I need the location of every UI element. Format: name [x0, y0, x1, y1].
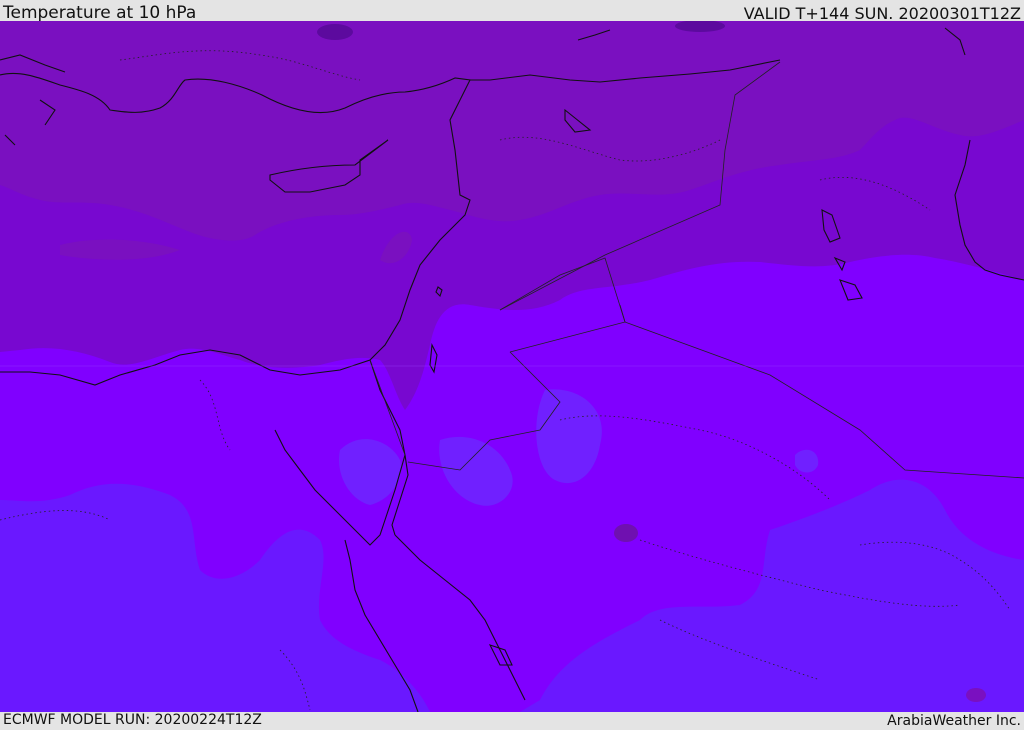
field-darkest-spot-3	[614, 524, 638, 542]
map-title: Temperature at 10 hPa	[3, 3, 197, 23]
credit-label: ArabiaWeather Inc.	[887, 713, 1021, 729]
footer-bar: ECMWF MODEL RUN: 20200224T12Z ArabiaWeat…	[0, 712, 1024, 729]
temperature-map	[0, 21, 1024, 712]
field-darkest-spot-1	[317, 24, 353, 40]
model-run: ECMWF MODEL RUN: 20200224T12Z	[3, 712, 262, 728]
header-bar: Temperature at 10 hPa VALID T+144 SUN. 2…	[0, 0, 1024, 23]
field-pocket-east	[795, 449, 819, 473]
field-darkest-spot-4	[966, 688, 986, 702]
